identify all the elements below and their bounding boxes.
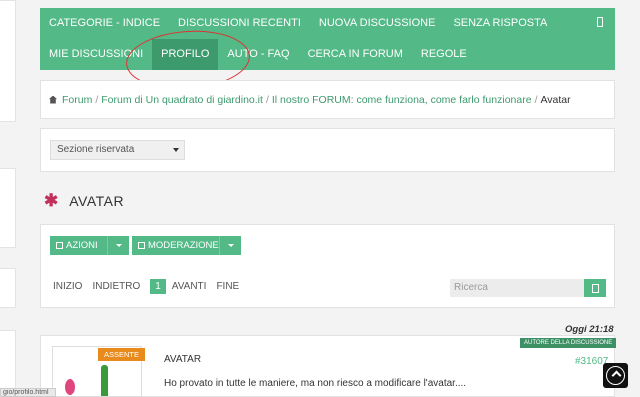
left-sidebar-card <box>0 168 16 248</box>
pager-next[interactable]: AVANTI <box>172 281 207 292</box>
author-badge: AUTORE DELLA DISCUSSIONE <box>520 338 617 348</box>
search-input[interactable]: Ricerca <box>450 279 584 297</box>
nav-row-1: CATEGORIE - INDICE DISCUSSIONI RECENTI N… <box>40 8 615 39</box>
chevron-down-icon <box>173 148 179 152</box>
post-body: Ho provato in tutte le maniere, ma non r… <box>164 378 467 389</box>
home-icon[interactable] <box>49 95 57 104</box>
breadcrumb-current: Avatar <box>540 93 571 106</box>
page-title: AVATAR <box>69 193 125 209</box>
status-badge: ASSENTE <box>98 348 146 361</box>
flower-stem-shape <box>101 365 108 396</box>
section-selector-panel: Sezione riservata <box>40 128 615 172</box>
breadcrumb-link-our-forum[interactable]: Il nostro FORUM: come funziona, come far… <box>272 94 532 106</box>
nav-item-cerca-in-forum[interactable]: CERCA IN FORUM <box>299 39 412 70</box>
pager-current-page[interactable]: 1 <box>150 279 166 294</box>
pager-first[interactable]: INIZIO <box>53 281 82 292</box>
flower-petal-shape <box>65 379 75 395</box>
moderation-dropdown-toggle[interactable] <box>219 236 241 255</box>
breadcrumb-separator: / <box>95 93 99 106</box>
section-select-value: Sezione riservata <box>57 144 135 155</box>
left-sidebar-card <box>0 268 16 308</box>
nav-item-nuova-discussione[interactable]: NUOVA DISCUSSIONE <box>310 8 445 39</box>
actions-label: AZIONI <box>66 240 98 251</box>
nav-item-profilo[interactable]: PROFILO <box>152 39 219 70</box>
nav-item-regole[interactable]: REGOLE <box>412 39 476 70</box>
actions-button[interactable]: AZIONI <box>50 236 129 255</box>
moderation-button[interactable]: MODERAZIONE <box>132 236 241 255</box>
breadcrumb: Forum / Forum di Un quadrato di giardino… <box>40 80 615 119</box>
asterisk-icon: ✱ <box>44 191 59 210</box>
nav-item-categorie[interactable]: CATEGORIE - INDICE <box>40 8 169 39</box>
pagination: INIZIO INDIETRO 1 AVANTI FINE <box>53 279 249 294</box>
main-navigation: CATEGORIE - INDICE DISCUSSIONI RECENTI N… <box>40 8 615 70</box>
moderation-label: MODERAZIONE <box>148 240 219 251</box>
mobile-menu-icon[interactable] <box>597 17 603 27</box>
nav-row-2: MIE DISCUSSIONI PROFILO AUTO - FAQ CERCA… <box>40 39 615 70</box>
nav-item-discussioni-recenti[interactable]: DISCUSSIONI RECENTI <box>169 8 310 39</box>
nav-item-senza-risposta[interactable]: SENZA RISPOSTA <box>444 8 556 39</box>
left-sidebar-card <box>0 330 16 397</box>
actions-dropdown-toggle[interactable] <box>107 236 129 255</box>
shuffle-icon <box>138 242 145 249</box>
search-button[interactable] <box>584 279 606 297</box>
thread-toolbar: AZIONI MODERAZIONE INIZIO INDIETRO 1 AVA… <box>40 224 615 308</box>
pager-prev[interactable]: INDIETRO <box>92 281 140 292</box>
nav-item-auto-faq[interactable]: AUTO - FAQ <box>218 39 298 70</box>
edit-icon <box>56 242 63 249</box>
post-title: AVATAR <box>164 354 202 365</box>
nav-item-mie-discussioni[interactable]: MIE DISCUSSIONI <box>40 39 152 70</box>
section-select[interactable]: Sezione riservata <box>50 140 185 160</box>
post-timestamp: Oggi 21:18 <box>565 324 614 335</box>
breadcrumb-link-forum[interactable]: Forum <box>62 94 92 106</box>
breadcrumb-separator: / <box>534 93 538 106</box>
breadcrumb-separator: / <box>265 93 269 106</box>
breadcrumb-link-site-forum[interactable]: Forum di Un quadrato di giardino.it <box>101 94 263 106</box>
browser-status-bar: gio/profilo.html <box>0 388 56 397</box>
scroll-to-top-icon[interactable] <box>603 363 628 388</box>
pager-last[interactable]: FINE <box>216 281 239 292</box>
left-sidebar <box>0 0 20 397</box>
page-title-row: ✱ AVATAR <box>44 191 125 210</box>
left-sidebar-card <box>0 0 16 122</box>
